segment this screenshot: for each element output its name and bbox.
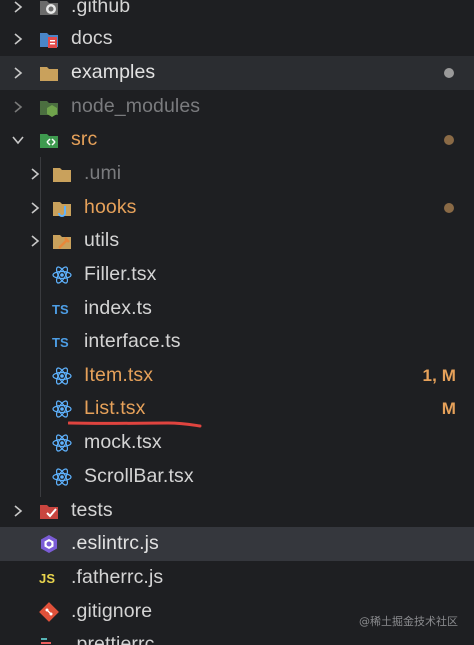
prettier-icon: [38, 634, 60, 645]
tree-item-label: docs: [71, 27, 113, 50]
tree-item-label: .prettierrc: [71, 633, 155, 645]
tree-item-label: .gitignore: [71, 600, 153, 623]
tree-item-filler-tsx[interactable]: Filler.tsx: [0, 258, 474, 292]
tree-item-index-ts[interactable]: TS index.ts: [0, 292, 474, 326]
chevron-right-icon[interactable]: [8, 501, 28, 521]
node-folder-icon: [38, 96, 60, 118]
tree-item-hooks[interactable]: hooks: [0, 191, 474, 225]
tree-item-node-modules[interactable]: node_modules: [0, 90, 474, 124]
svg-text:TS: TS: [52, 302, 69, 317]
typescript-icon: TS: [51, 298, 73, 320]
javascript-icon: JS: [38, 567, 60, 589]
tree-item-label: hooks: [84, 196, 137, 219]
tree-item-src[interactable]: src: [0, 123, 474, 157]
tree-item-label: .eslintrc.js: [71, 532, 159, 555]
tree-item-label: interface.ts: [84, 330, 181, 353]
tree-item-label: mock.tsx: [84, 431, 162, 454]
tree-item-mock-tsx[interactable]: mock.tsx: [0, 426, 474, 460]
typescript-icon: TS: [51, 331, 73, 353]
eslint-icon: [38, 533, 60, 555]
svg-text:JS: JS: [39, 571, 55, 586]
react-icon: [51, 432, 73, 454]
tree-item-docs[interactable]: docs: [0, 22, 474, 56]
tree-item-scrollbar-tsx[interactable]: ScrollBar.tsx: [0, 460, 474, 494]
tree-item-item-tsx[interactable]: Item.tsx 1, M: [0, 359, 474, 393]
chevron-right-icon[interactable]: [8, 63, 28, 83]
hooks-folder-icon: [51, 197, 73, 219]
tree-item-github[interactable]: .github: [0, 0, 474, 24]
git-status-badge: 1, M: [422, 365, 456, 385]
docs-folder-icon: [38, 28, 60, 50]
tree-item-label: .fatherrc.js: [71, 566, 164, 589]
watermark: @稀土掘金技术社区: [359, 615, 458, 628]
tree-item-eslintrc[interactable]: .eslintrc.js: [0, 527, 474, 561]
src-folder-icon: [38, 129, 60, 151]
tree-item-label: Filler.tsx: [84, 263, 157, 286]
tree-item-label: index.ts: [84, 297, 153, 320]
folder-icon: [38, 62, 60, 84]
git-status-badge: M: [441, 398, 456, 418]
chevron-right-icon[interactable]: [8, 97, 28, 117]
tree-item-interface-ts[interactable]: TS interface.ts: [0, 325, 474, 359]
chevron-down-icon[interactable]: [8, 130, 28, 150]
tree-item-fatherrc[interactable]: JS .fatherrc.js: [0, 561, 474, 595]
github-folder-icon: [38, 0, 60, 18]
tree-item-label: node_modules: [71, 95, 201, 118]
tree-item-umi[interactable]: .umi: [0, 157, 474, 191]
git-icon: [38, 601, 60, 623]
tests-folder-icon: [38, 500, 60, 522]
chevron-right-icon[interactable]: [25, 231, 45, 251]
tree-item-examples[interactable]: examples: [0, 56, 474, 90]
chevron-right-icon[interactable]: [8, 0, 28, 17]
react-icon: [51, 365, 73, 387]
chevron-right-icon[interactable]: [25, 164, 45, 184]
tree-item-label: examples: [71, 61, 156, 84]
tree-item-label: Item.tsx: [84, 364, 154, 387]
tree-item-label: tests: [71, 499, 113, 522]
utils-folder-icon: [51, 230, 73, 252]
tree-item-label: .umi: [84, 162, 122, 185]
modified-dot: [444, 134, 454, 145]
react-icon: [51, 466, 73, 488]
tree-item-label: src: [71, 128, 98, 151]
modified-dot: [444, 202, 454, 213]
react-icon: [51, 264, 73, 286]
tree-item-prettierrc[interactable]: .prettierrc: [0, 628, 474, 645]
tree-item-label: ScrollBar.tsx: [84, 465, 194, 488]
chevron-right-icon[interactable]: [8, 29, 28, 49]
tree-item-label: List.tsx: [84, 397, 146, 420]
react-icon: [51, 398, 73, 420]
svg-text:TS: TS: [52, 335, 69, 350]
tree-item-utils[interactable]: utils: [0, 224, 474, 258]
tree-item-label: .github: [71, 0, 131, 18]
chevron-right-icon[interactable]: [25, 198, 45, 218]
modified-dot: [444, 67, 454, 78]
file-explorer-tree: .github docs examples node_modules src .…: [0, 0, 474, 645]
tree-item-tests[interactable]: tests: [0, 494, 474, 528]
folder-icon: [51, 163, 73, 185]
tree-item-label: utils: [84, 229, 120, 252]
